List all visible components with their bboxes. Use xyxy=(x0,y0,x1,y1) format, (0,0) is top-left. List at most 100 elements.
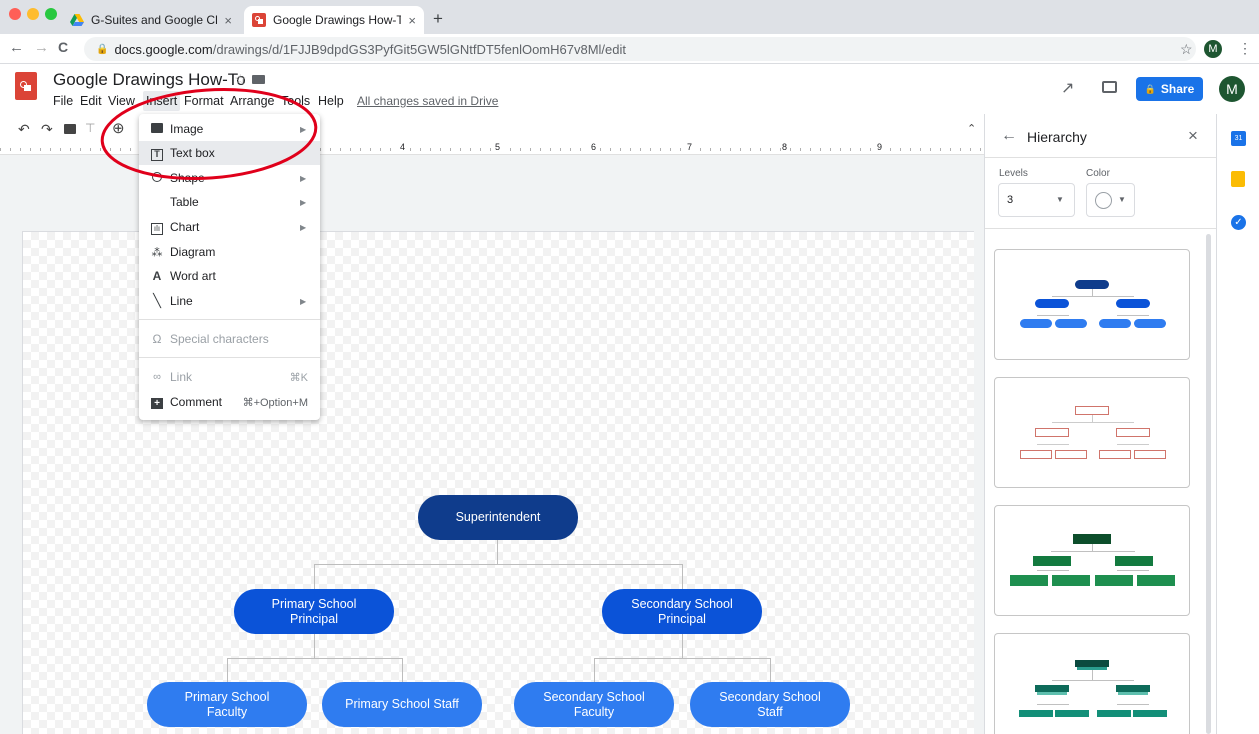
menu-item-chart[interactable]: ılı Chart ▶ xyxy=(139,215,320,239)
color-swatch xyxy=(1095,192,1112,209)
connector-line xyxy=(314,564,315,589)
close-icon[interactable]: × xyxy=(1188,126,1198,146)
tab-close-icon[interactable]: × xyxy=(408,13,416,28)
browser-menu-icon[interactable]: ⋮ xyxy=(1238,40,1252,57)
menu-item-diagram[interactable]: ⁂ Diagram xyxy=(139,240,320,264)
menu-item-line[interactable]: ╲ Line ▶ xyxy=(139,289,320,313)
back-arrow-icon[interactable]: ← xyxy=(1001,127,1017,145)
thumbnail-node xyxy=(1055,319,1087,328)
link-icon: ∞ xyxy=(153,371,161,383)
menu-item-label: Word art xyxy=(170,269,216,283)
thumbnail-node xyxy=(1115,556,1153,566)
share-button[interactable]: 🔒 Share xyxy=(1136,77,1203,101)
tab-close-icon[interactable]: × xyxy=(224,13,232,28)
menu-help[interactable]: Help xyxy=(318,94,344,108)
account-avatar[interactable]: M xyxy=(1219,76,1245,102)
color-select[interactable]: ▼ xyxy=(1086,183,1135,217)
comments-icon[interactable] xyxy=(1102,81,1117,93)
thumbnail-node xyxy=(1137,575,1175,586)
org-node-secondary-staff[interactable]: Secondary School Staff xyxy=(690,682,850,727)
hierarchy-template-red-outline[interactable] xyxy=(994,377,1190,488)
browser-tab-drawings[interactable]: Google Drawings How-To - Go × xyxy=(244,6,424,34)
menu-divider xyxy=(139,319,320,320)
menu-item-label: Special characters xyxy=(170,332,269,346)
hierarchy-template-blue-rounded[interactable] xyxy=(994,249,1190,360)
browser-tab-bar: G-Suites and Google Classroo × Google Dr… xyxy=(0,0,1259,34)
menu-item-table[interactable]: Table ▶ xyxy=(139,190,320,214)
menu-item-label: Line xyxy=(170,294,193,308)
chevron-down-icon: ▼ xyxy=(1056,195,1064,204)
print-icon[interactable] xyxy=(64,124,76,134)
calendar-icon[interactable]: 31 xyxy=(1231,131,1246,146)
ruler-number: 5 xyxy=(494,142,502,152)
thumbnail-node xyxy=(1052,575,1090,586)
paint-format-icon[interactable]: ⊤ xyxy=(85,121,95,135)
menu-item-special-characters: Ω Special characters xyxy=(139,327,320,351)
submenu-arrow-icon: ▶ xyxy=(300,197,307,207)
levels-select[interactable]: 3 ▼ xyxy=(998,183,1075,217)
window-zoom-button[interactable] xyxy=(45,8,57,20)
undo-icon[interactable]: ↶ xyxy=(18,121,30,138)
thumbnail-node xyxy=(1019,710,1053,717)
menu-divider xyxy=(139,357,320,358)
google-drawings-icon xyxy=(252,13,266,27)
tab-title: G-Suites and Google Classroo xyxy=(91,13,218,27)
window-minimize-button[interactable] xyxy=(27,8,39,20)
hierarchy-template-green[interactable] xyxy=(994,505,1190,616)
menu-item-label: Table xyxy=(170,195,199,209)
thumbnail-node xyxy=(1035,428,1069,437)
hierarchy-panel: ← Hierarchy × Levels 3 ▼ Color ▼ xyxy=(984,114,1216,734)
thumbnail-node xyxy=(1116,428,1150,437)
menu-item-label: Comment xyxy=(170,395,223,409)
browser-profile-avatar[interactable]: M xyxy=(1204,40,1222,58)
menu-item-word-art[interactable]: A Word art xyxy=(139,264,320,288)
keep-icon[interactable] xyxy=(1231,171,1245,187)
folder-icon[interactable] xyxy=(252,75,265,84)
hierarchy-template-teal[interactable] xyxy=(994,633,1190,734)
panel-scrollbar[interactable] xyxy=(1206,234,1211,734)
chart-icon: ılı xyxy=(150,220,164,235)
activity-trend-icon[interactable]: ↗ xyxy=(1061,78,1074,98)
window-close-button[interactable] xyxy=(9,8,21,20)
submenu-arrow-icon: ▶ xyxy=(300,296,307,306)
save-status-link[interactable]: All changes saved in Drive xyxy=(357,94,498,108)
connector-line xyxy=(682,634,683,659)
bookmark-star-icon[interactable]: ☆ xyxy=(1180,41,1193,58)
thumbnail-node xyxy=(1020,450,1052,459)
forward-arrow-icon[interactable]: → xyxy=(34,39,49,56)
ruler-number: 8 xyxy=(781,142,789,152)
reload-icon[interactable]: C xyxy=(58,39,68,55)
thumbnail-node xyxy=(1099,319,1131,328)
drawings-logo-icon[interactable] xyxy=(15,72,37,100)
menu-item-link: ∞ Link ⌘K xyxy=(139,365,320,389)
tab-title: Google Drawings How-To - Go xyxy=(273,13,402,27)
connector-line xyxy=(497,540,498,565)
lock-icon: 🔒 xyxy=(96,43,109,55)
org-node-secondary-faculty[interactable]: Secondary School Faculty xyxy=(514,682,674,727)
org-node-secondary-principal[interactable]: Secondary School Principal xyxy=(602,589,762,634)
thumbnail-node xyxy=(1097,710,1131,717)
org-node-superintendent[interactable]: Superintendent xyxy=(418,495,578,540)
org-node-primary-staff[interactable]: Primary School Staff xyxy=(322,682,482,727)
redo-icon[interactable]: ↷ xyxy=(41,121,53,138)
address-bar-row: ← → C 🔒 docs.google.com/drawings/d/1FJJB… xyxy=(0,34,1259,64)
ruler-number: 4 xyxy=(399,142,407,152)
omega-icon: Ω xyxy=(152,332,162,346)
url-field[interactable]: 🔒 docs.google.com/drawings/d/1FJJB9dpdGS… xyxy=(84,37,1196,61)
browser-tab-gsuites[interactable]: G-Suites and Google Classroo × xyxy=(62,6,240,34)
ruler-number: 6 xyxy=(590,142,598,152)
org-node-primary-principal[interactable]: Primary School Principal xyxy=(234,589,394,634)
word-art-icon: A xyxy=(152,269,162,283)
org-node-primary-faculty[interactable]: Primary School Faculty xyxy=(147,682,307,727)
thumbnail-node xyxy=(1095,575,1133,586)
side-addons-strip: 31 ✓ xyxy=(1216,114,1259,734)
collapse-toolbar-icon[interactable]: ⌃ xyxy=(967,122,976,135)
new-tab-button[interactable]: + xyxy=(433,9,443,29)
connector-line xyxy=(594,658,770,659)
comment-icon: + xyxy=(150,395,164,409)
thumbnail-node xyxy=(1116,299,1150,308)
tasks-icon[interactable]: ✓ xyxy=(1231,215,1246,230)
back-arrow-icon[interactable]: ← xyxy=(9,39,24,56)
menu-file[interactable]: File xyxy=(53,94,73,108)
menu-item-comment[interactable]: + Comment ⌘+Option+M xyxy=(139,390,320,414)
